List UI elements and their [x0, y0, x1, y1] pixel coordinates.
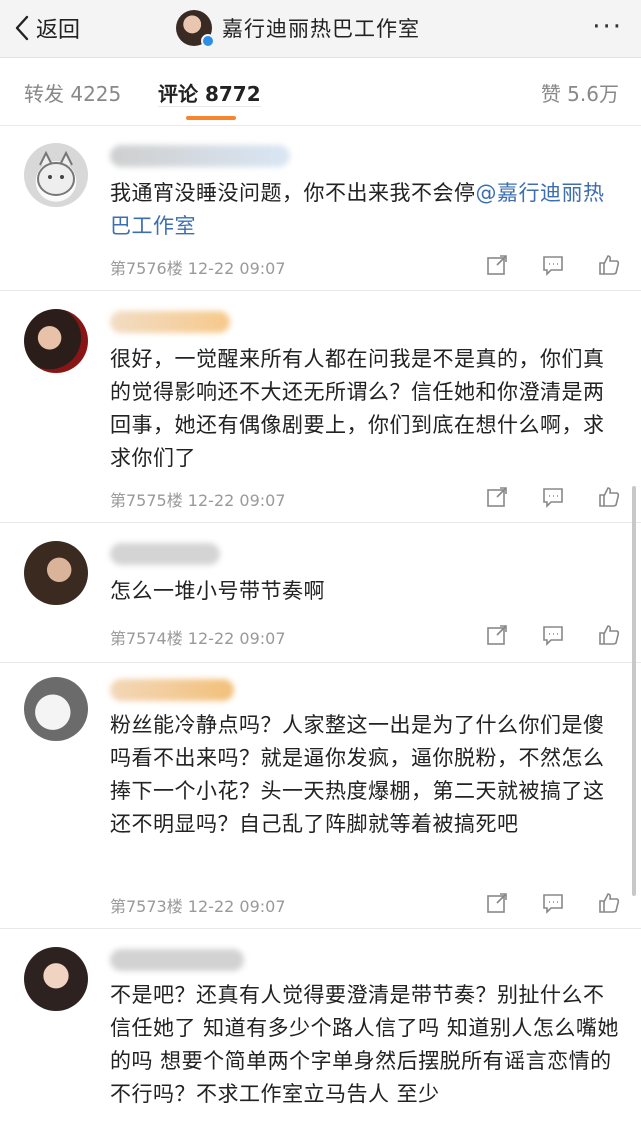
comment-text: 很好，一觉醒来所有人都在问我是不是真的，你们真的觉得影响还不大还无所谓么？信任她…	[110, 347, 605, 470]
comment-text: 我通宵没睡没问题，你不出来我不会停@嘉行迪丽热巴工作室	[110, 177, 620, 243]
avatar[interactable]	[24, 309, 88, 373]
share-icon[interactable]	[485, 623, 509, 647]
comment-text: 不是吧？还真有人觉得要澄清是带节奏？别扯什么不信任她了 知道有多少个路人信了吗 …	[110, 983, 619, 1106]
comment-icon[interactable]	[541, 891, 565, 915]
comment-item: 粉丝能冷静点吗？人家整这一出是为了什么你们是傻吗看不出来吗？就是逼你发疯，逼你脱…	[0, 663, 641, 929]
comment-actions	[485, 253, 621, 277]
active-tab-indicator	[186, 116, 236, 120]
avatar[interactable]	[24, 947, 88, 1011]
comment-text: 怎么一堆小号带节奏啊	[110, 579, 325, 603]
comment-meta: 第7575楼 12-22 09:07	[110, 491, 286, 510]
account-avatar[interactable]	[176, 10, 215, 48]
username-blurred[interactable]	[110, 679, 234, 701]
share-icon[interactable]	[485, 485, 509, 509]
username-blurred[interactable]	[110, 949, 244, 971]
comment-list: 我通宵没睡没问题，你不出来我不会停@嘉行迪丽热巴工作室 第7576楼 12-22…	[0, 127, 641, 1125]
tab-repost[interactable]: 转发 4225	[24, 78, 121, 107]
comment-actions	[485, 485, 621, 509]
comment-meta: 第7573楼 12-22 09:07	[110, 897, 286, 916]
cat-avatar-icon	[37, 150, 75, 196]
like-icon[interactable]	[597, 253, 621, 277]
avatar[interactable]	[24, 541, 88, 605]
comment-icon[interactable]	[541, 253, 565, 277]
comment-item: 很好，一觉醒来所有人都在问我是不是真的，你们真的觉得影响还不大还无所谓么？信任她…	[0, 291, 641, 523]
comment-item: 我通宵没睡没问题，你不出来我不会停@嘉行迪丽热巴工作室 第7576楼 12-22…	[0, 127, 641, 291]
like-icon[interactable]	[597, 891, 621, 915]
comment-body: 我通宵没睡没问题，你不出来我不会停	[110, 181, 476, 205]
username-blurred[interactable]	[110, 311, 230, 333]
comment-actions	[485, 891, 621, 915]
more-icon[interactable]: ···	[592, 14, 623, 40]
scrollbar[interactable]	[632, 486, 636, 896]
avatar[interactable]	[24, 143, 88, 207]
comment-meta: 第7576楼 12-22 09:07	[110, 259, 286, 278]
comment-icon[interactable]	[541, 485, 565, 509]
tab-like[interactable]: 赞 5.6万	[541, 78, 619, 107]
share-icon[interactable]	[485, 253, 509, 277]
top-bar: 返回 嘉行迪丽热巴工作室 ···	[0, 0, 641, 58]
tab-bar: 转发 4225 评论 8772 赞 5.6万	[0, 58, 641, 126]
verified-badge-icon	[201, 34, 215, 48]
comment-item: 不是吧？还真有人觉得要澄清是带节奏？别扯什么不信任她了 知道有多少个路人信了吗 …	[0, 929, 641, 1125]
page-title-area: 嘉行迪丽热巴工作室	[176, 6, 420, 50]
comment-item: 怎么一堆小号带节奏啊 第7574楼 12-22 09:07	[0, 523, 641, 663]
back-chevron-icon	[15, 15, 29, 41]
comment-text: 粉丝能冷静点吗？人家整这一出是为了什么你们是傻吗看不出来吗？就是逼你发疯，逼你脱…	[110, 713, 605, 836]
like-icon[interactable]	[597, 623, 621, 647]
back-label: 返回	[36, 18, 81, 43]
comment-icon[interactable]	[541, 623, 565, 647]
tab-comment[interactable]: 评论 8772	[158, 82, 261, 107]
username-blurred[interactable]	[110, 543, 220, 565]
page-title: 嘉行迪丽热巴工作室	[222, 17, 420, 41]
username-blurred[interactable]	[110, 145, 290, 167]
share-icon[interactable]	[485, 891, 509, 915]
comment-actions	[485, 623, 621, 647]
like-icon[interactable]	[597, 485, 621, 509]
back-button[interactable]: 返回	[12, 10, 80, 46]
avatar[interactable]	[24, 677, 88, 741]
comment-meta: 第7574楼 12-22 09:07	[110, 629, 286, 648]
